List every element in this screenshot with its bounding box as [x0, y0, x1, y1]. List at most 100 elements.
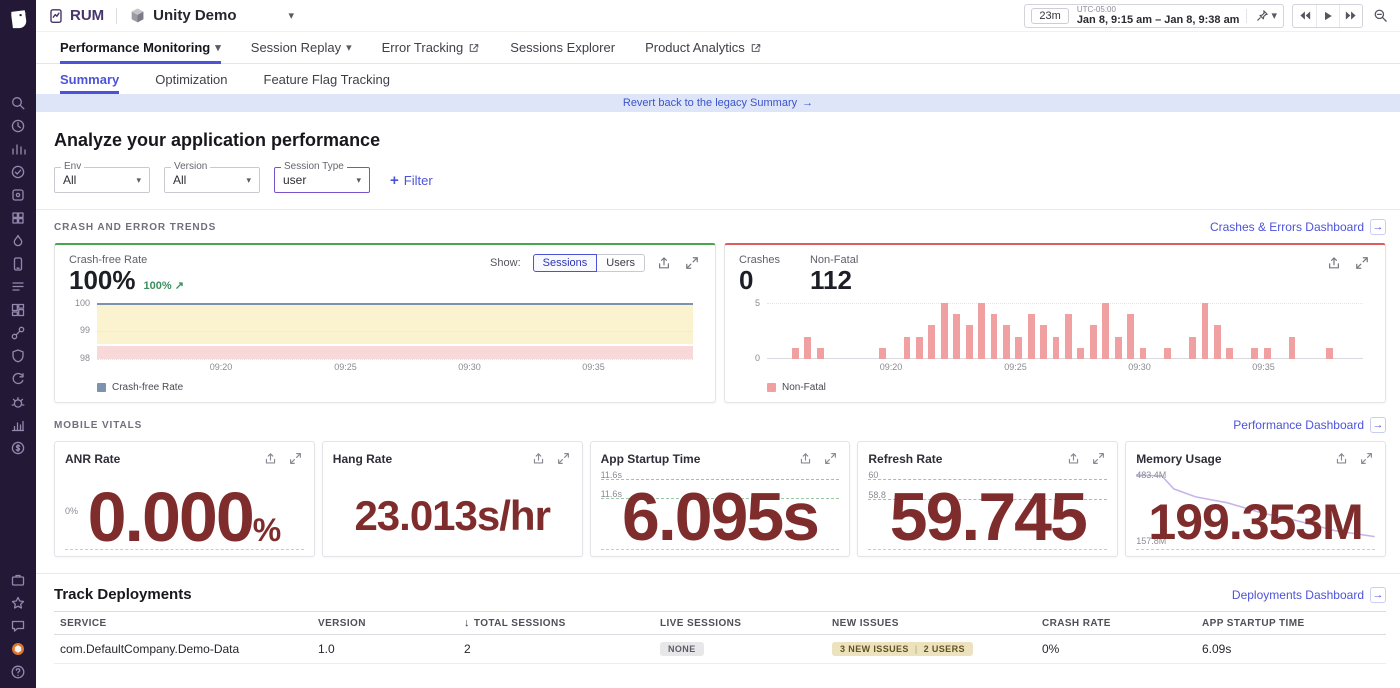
bar — [1264, 348, 1271, 359]
skip-forward-button[interactable] — [1339, 5, 1362, 27]
bar — [1102, 303, 1109, 359]
external-link-icon — [468, 42, 480, 54]
org-icon[interactable] — [10, 641, 26, 657]
bar — [1065, 314, 1072, 359]
app-switcher[interactable]: Unity Demo — [153, 7, 236, 24]
workflows-icon[interactable] — [10, 572, 26, 588]
export-icon[interactable] — [797, 450, 814, 467]
col-live-sessions[interactable]: LIVE SESSIONS — [654, 611, 826, 635]
deployments-table: SERVICE VERSION ↓ TOTAL SESSIONS LIVE SE… — [54, 611, 1386, 664]
bar — [916, 337, 923, 359]
bar — [1289, 337, 1296, 359]
dashboards-icon[interactable] — [10, 302, 26, 318]
datadog-logo[interactable] — [6, 7, 30, 31]
x-tick: 09:35 — [582, 362, 605, 372]
security-icon[interactable] — [10, 348, 26, 364]
tab-feature-flag-tracking[interactable]: Feature Flag Tracking — [264, 64, 390, 94]
time-range-picker[interactable]: 23m UTC-05:00 Jan 8, 9:15 am – Jan 8, 9:… — [1024, 4, 1284, 28]
crash-section-title: CRASH AND ERROR TRENDS — [54, 222, 216, 233]
chevron-down-icon[interactable]: ▾ — [1271, 9, 1277, 22]
arrow-right-icon: → — [802, 97, 813, 109]
fullscreen-icon[interactable] — [683, 254, 701, 272]
crashes-widget: Crashes 0 Non-Fatal 112 — [724, 243, 1386, 403]
version-filter-label: Version — [171, 161, 210, 172]
nav-error-tracking[interactable]: Error Tracking — [382, 32, 481, 63]
col-version[interactable]: VERSION — [312, 611, 458, 635]
export-icon[interactable] — [1325, 254, 1343, 272]
session-type-filter-select[interactable]: Session Type user ▾ — [274, 167, 370, 193]
env-filter-select[interactable]: Env All ▾ — [54, 167, 150, 193]
pin-time-button[interactable] — [1254, 7, 1271, 24]
favorites-icon[interactable] — [10, 595, 26, 611]
tab-optimization[interactable]: Optimization — [155, 64, 227, 94]
fullscreen-icon[interactable] — [1090, 450, 1107, 467]
apm-icon[interactable] — [10, 233, 26, 249]
nav-sessions-explorer[interactable]: Sessions Explorer — [510, 32, 615, 63]
nav-label: Product Analytics — [645, 40, 745, 55]
hang-rate-widget: Hang Rate 23.013s/hr — [322, 441, 583, 557]
bar — [1189, 337, 1196, 359]
fullscreen-icon[interactable] — [1358, 450, 1375, 467]
col-crash-rate[interactable]: CRASH RATE — [1036, 611, 1196, 635]
integrations-icon[interactable] — [10, 210, 26, 226]
monitors-icon[interactable] — [10, 164, 26, 180]
help-icon[interactable] — [10, 664, 26, 680]
col-total-sessions[interactable]: ↓ TOTAL SESSIONS — [458, 611, 654, 635]
network-icon[interactable] — [10, 325, 26, 341]
export-icon[interactable] — [1333, 450, 1350, 467]
export-icon[interactable] — [530, 450, 547, 467]
deployments-dashboard-link[interactable]: Deployments Dashboard → — [1232, 587, 1386, 603]
rum-icon[interactable] — [10, 256, 26, 272]
refresh-rate-value: 59.745 — [868, 486, 1107, 549]
hang-rate-value: 23.013s/hr — [333, 497, 572, 536]
play-button[interactable] — [1316, 5, 1339, 27]
zoom-out-button[interactable] — [1371, 6, 1390, 25]
show-users-button[interactable]: Users — [596, 254, 645, 272]
new-issues-badge[interactable]: 3 NEW ISSUES | 2 USERS — [832, 642, 973, 656]
export-icon[interactable] — [262, 450, 279, 467]
fullscreen-icon[interactable] — [287, 450, 304, 467]
crash-free-rate-widget: Crash-free Rate 100% 100% ↗ Show: Ses — [54, 243, 716, 403]
show-sessions-button[interactable]: Sessions — [533, 254, 598, 272]
bar — [928, 325, 935, 359]
skip-back-button[interactable] — [1293, 5, 1316, 27]
col-app-startup-time[interactable]: APP STARTUP TIME — [1196, 611, 1386, 635]
nav-performance-monitoring[interactable]: Performance Monitoring ▾ — [60, 32, 221, 63]
x-axis: 09:2009:2509:3009:35 — [97, 362, 693, 374]
nav-product-analytics[interactable]: Product Analytics — [645, 32, 762, 63]
nav-session-replay[interactable]: Session Replay ▾ — [251, 32, 352, 63]
profiling-icon[interactable] — [10, 417, 26, 433]
cell-service[interactable]: com.DefaultCompany.Demo-Data — [54, 635, 312, 664]
chevron-down-icon[interactable]: ▾ — [289, 9, 295, 22]
fullscreen-icon[interactable] — [822, 450, 839, 467]
support-chat-icon[interactable] — [10, 618, 26, 634]
ci-cd-icon[interactable] — [10, 371, 26, 387]
export-icon[interactable] — [1065, 450, 1082, 467]
metrics-icon[interactable] — [10, 141, 26, 157]
fullscreen-icon[interactable] — [1353, 254, 1371, 272]
col-new-issues[interactable]: NEW ISSUES — [826, 611, 1036, 635]
version-filter-select[interactable]: Version All ▾ — [164, 167, 260, 193]
crashes-errors-dashboard-link[interactable]: Crashes & Errors Dashboard → — [1210, 219, 1386, 235]
cost-icon[interactable] — [10, 440, 26, 456]
hosts-icon[interactable] — [10, 187, 26, 203]
tab-summary[interactable]: Summary — [60, 64, 119, 94]
crash-free-trend: 100% ↗ — [144, 279, 184, 292]
search-icon[interactable] — [10, 95, 26, 111]
app-startup-time-widget: App Startup Time 11.6s 11.6s 6.095s — [590, 441, 851, 557]
chevron-down-icon: ▾ — [346, 41, 352, 54]
sort-down-icon: ↓ — [464, 617, 470, 629]
bar — [792, 348, 799, 359]
fullscreen-icon[interactable] — [555, 450, 572, 467]
duration-chip[interactable]: 23m — [1031, 8, 1068, 24]
revert-legacy-link[interactable]: Revert back to the legacy Summary → — [623, 97, 813, 109]
error-tracking-icon[interactable] — [10, 394, 26, 410]
logs-icon[interactable] — [10, 279, 26, 295]
col-service[interactable]: SERVICE — [54, 611, 312, 635]
add-filter-button[interactable]: + Filter — [390, 172, 433, 189]
bar — [1202, 303, 1209, 359]
performance-dashboard-link[interactable]: Performance Dashboard → — [1233, 417, 1386, 433]
playback-controls — [1292, 4, 1363, 28]
history-icon[interactable] — [10, 118, 26, 134]
export-icon[interactable] — [655, 254, 673, 272]
